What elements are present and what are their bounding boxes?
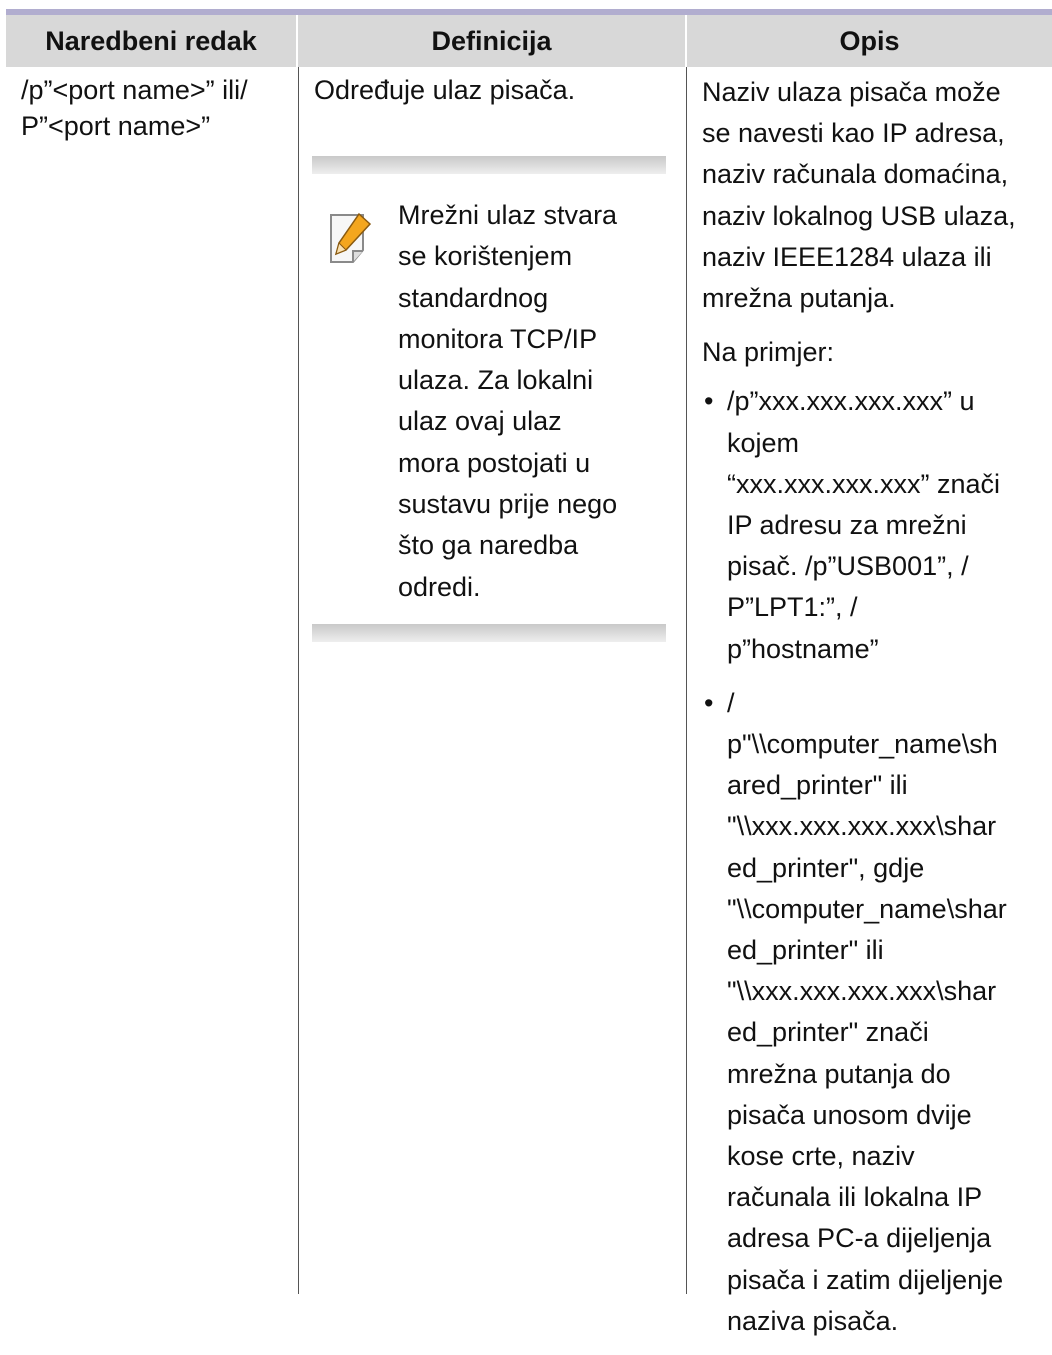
description-cell: Naziv ulaza pisača može se navesti kao I… <box>702 72 1047 1355</box>
bullet-text: /p”xxx.xxx.xxx.xxx” u kojem “xxx.xxx.xxx… <box>727 386 1001 664</box>
bullet-icon: • <box>704 687 714 718</box>
note-pencil-icon <box>328 212 376 266</box>
command-line: P”<port name>” <box>21 111 211 141</box>
note-line: standardnog <box>398 282 549 313</box>
note-line: što ga naredba <box>398 530 579 561</box>
note-bottom-bar <box>312 624 666 642</box>
column-divider <box>298 67 299 1294</box>
description-intro: Naziv ulaza pisača može se navesti kao I… <box>702 77 1016 314</box>
list-item: • /p”xxx.xxx.xxx.xxx” u kojem “xxx.xxx.x… <box>702 381 1047 669</box>
note-text: Mrežni ulaz stvara se korištenjem standa… <box>398 195 668 608</box>
note-line: sustavu prije nego <box>398 489 618 520</box>
note-line: mora postojati u <box>398 447 591 478</box>
note-top-bar <box>312 156 666 174</box>
command-cell: /p”<port name>” ili/ P”<port name>” <box>21 72 291 144</box>
note-line: se korištenjem <box>398 241 573 272</box>
column-header-description: Opis <box>687 15 1052 67</box>
note-line: ulaza. Za lokalni <box>398 365 594 396</box>
column-header-command: Naredbeni redak <box>6 15 296 67</box>
command-line: /p”<port name>” ili/ <box>21 75 248 105</box>
note-line: ulaz ovaj ulaz <box>398 406 562 437</box>
bullet-text: / p"\\computer_name\sh ared_printer" ili… <box>727 687 1007 1336</box>
example-label: Na primjer: <box>702 337 835 368</box>
column-divider <box>686 67 687 1294</box>
note-line: Mrežni ulaz stvara <box>398 200 618 230</box>
column-header-definition: Definicija <box>298 15 685 67</box>
list-item: • / p"\\computer_name\sh ared_printer" i… <box>702 683 1047 1342</box>
note-line: monitora TCP/IP <box>398 323 598 354</box>
bullet-icon: • <box>704 386 714 417</box>
definition-text: Određuje ulaz pisača. <box>314 75 576 105</box>
note-line: odredi. <box>398 571 481 602</box>
